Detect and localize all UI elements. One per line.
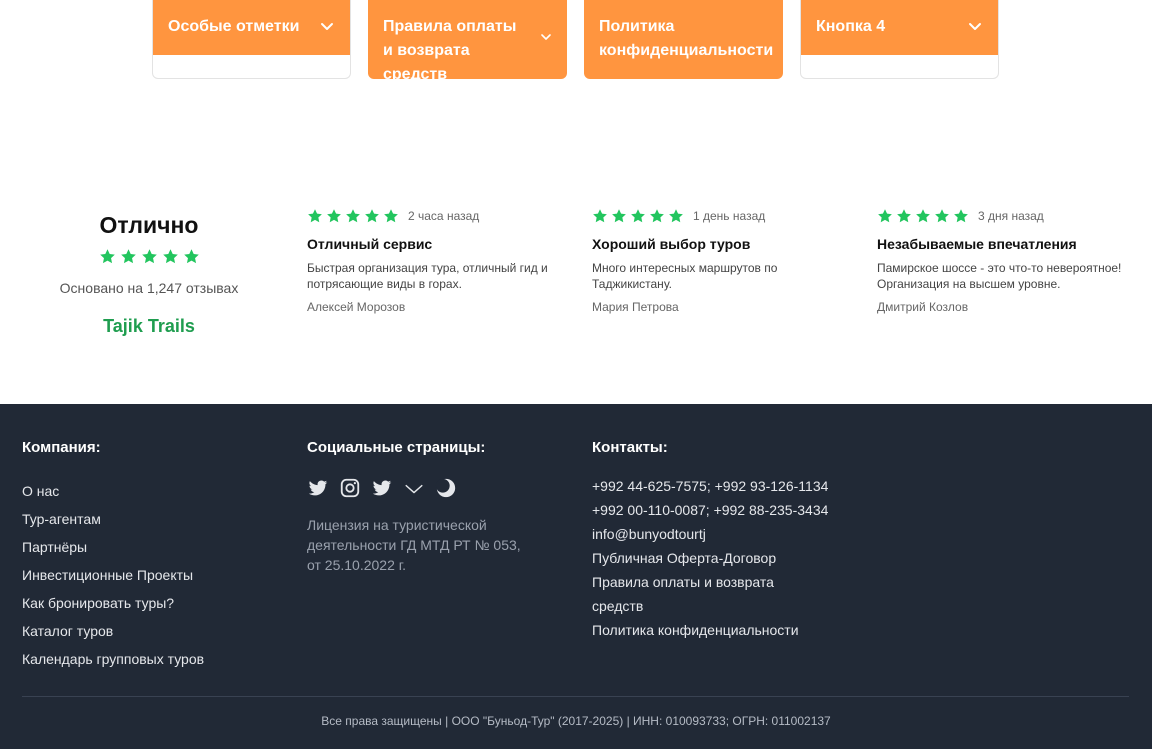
link-privacy-policy[interactable]: Политика конфиденциальности: [592, 618, 828, 642]
star-icon: [308, 209, 322, 223]
tab-special-notes[interactable]: Особые отметки: [152, 0, 351, 79]
review-text: Быстрая организация тура, отличный гид и…: [307, 261, 548, 291]
star-icon: [162, 249, 178, 264]
review-time: 3 дня назад: [978, 209, 1044, 223]
footer-company-links: О нас Тур-агентам Партнёры Инвестиционны…: [22, 477, 204, 673]
footer: Компания: О нас Тур-агентам Партнёры Инв…: [0, 404, 1152, 749]
twitter-icon[interactable]: [371, 477, 393, 499]
review-stars: [877, 208, 969, 224]
tab-header: Правила оплаты и возврата средств: [368, 0, 567, 83]
review-stars: [307, 208, 399, 224]
tab-label: Кнопка 4: [816, 18, 886, 35]
review-time: 1 день назад: [693, 209, 766, 223]
star-icon: [897, 209, 911, 223]
star-icon: [384, 209, 398, 223]
star-icon: [141, 249, 157, 264]
star-icon: [650, 209, 664, 223]
star-icon: [669, 209, 683, 223]
chevron-down-icon: [320, 20, 334, 34]
review-meta: 1 день назад: [592, 208, 842, 224]
review-card: 3 дня назад Незабываемые впечатления Пам…: [877, 208, 1127, 314]
star-icon: [99, 249, 115, 264]
footer-company: Компания: О нас Тур-агентам Партнёры Инв…: [22, 439, 204, 673]
star-icon: [120, 249, 136, 264]
chevron-down-icon: [541, 32, 551, 42]
phone-line-2[interactable]: +992 00-110-0087; +992 88-235-3434: [592, 498, 828, 522]
review-time: 2 часа назад: [408, 209, 480, 223]
star-icon: [183, 249, 199, 264]
star-icon: [593, 209, 607, 223]
star-icon: [631, 209, 645, 223]
tab-button-4[interactable]: Кнопка 4: [800, 0, 999, 79]
tab-payment-rules[interactable]: Правила оплаты и возврата средств: [368, 0, 567, 83]
twitter-icon[interactable]: [307, 477, 329, 499]
link-about[interactable]: О нас: [22, 477, 204, 505]
review-card: 2 часа назад Отличный сервис Быстрая орг…: [307, 208, 557, 314]
footer-social: Социальные страницы: Лицензия на туристи…: [307, 439, 537, 575]
brand-logo[interactable]: Tajik Trails: [40, 316, 258, 337]
reviews-widget: Отлично Основано на 1,247 отзывах Tajik …: [0, 200, 1152, 350]
tab-label: Особые отметки: [168, 18, 300, 35]
footer-company-title: Компания:: [22, 439, 101, 456]
social-icons: [307, 477, 537, 499]
footer-contacts: Контакты: +992 44-625-7575; +992 93-126-…: [592, 439, 828, 642]
review-meta: 3 дня назад: [877, 208, 1127, 224]
link-tour-agents[interactable]: Тур-агентам: [22, 505, 204, 533]
chevron-down-icon[interactable]: [403, 477, 425, 499]
footer-social-title: Социальные страницы:: [307, 439, 486, 456]
review-author: Дмитрий Козлов: [877, 300, 969, 314]
link-investment-projects[interactable]: Инвестиционные Проекты: [22, 561, 204, 589]
rating-title: Отлично: [99, 212, 199, 238]
review-stars: [592, 208, 684, 224]
tab-label: Правила оплаты и возврата средств: [383, 18, 517, 83]
star-icon: [365, 209, 379, 223]
star-icon: [327, 209, 341, 223]
moon-icon[interactable]: [435, 477, 457, 499]
rating-count: Основано на 1,247 отзывах: [59, 280, 239, 296]
star-icon: [612, 209, 626, 223]
review-title: Незабываемые впечатления: [877, 236, 1077, 252]
link-tour-catalog[interactable]: Каталог туров: [22, 617, 204, 645]
tab-header: Политика конфиденциальности: [584, 0, 783, 79]
contacts-list: +992 44-625-7575; +992 93-126-1134 +992 …: [592, 474, 828, 642]
review-text: Много интересных маршрутов по Таджикиста…: [592, 261, 778, 291]
link-partners[interactable]: Партнёры: [22, 533, 204, 561]
link-public-offer[interactable]: Публичная Оферта-Договор: [592, 546, 828, 570]
tab-privacy-policy[interactable]: Политика конфиденциальности: [584, 0, 783, 79]
tab-label: Политика конфиденциальности: [599, 18, 774, 59]
review-text: Памирское шоссе - это что-то невероятное…: [877, 261, 1122, 291]
footer-contacts-title: Контакты:: [592, 439, 668, 456]
tab-header: Особые отметки: [153, 0, 350, 55]
link-group-tour-calendar[interactable]: Календарь групповых туров: [22, 645, 204, 673]
star-icon: [954, 209, 968, 223]
star-icon: [346, 209, 360, 223]
review-author: Мария Петрова: [592, 300, 679, 314]
review-author: Алексей Морозов: [307, 300, 406, 314]
copyright-text: Все права защищены | ООО "Буньод-Тур" (2…: [321, 714, 831, 728]
rating-stars: [99, 248, 200, 265]
accordion-tabs: Особые отметки Правила оплаты и возврата…: [152, 0, 999, 83]
rating-summary: Отлично Основано на 1,247 отзывах Tajik …: [40, 210, 258, 337]
review-card: 1 день назад Хороший выбор туров Много и…: [592, 208, 842, 314]
chevron-down-icon: [968, 20, 982, 34]
email-link[interactable]: info@bunyodtourtj: [592, 522, 828, 546]
tab-header: Кнопка 4: [801, 0, 998, 55]
instagram-icon[interactable]: [339, 477, 361, 499]
star-icon: [935, 209, 949, 223]
star-icon: [878, 209, 892, 223]
footer-divider: [22, 696, 1129, 697]
phone-line-1[interactable]: +992 44-625-7575; +992 93-126-1134: [592, 474, 828, 498]
review-title: Отличный сервис: [307, 236, 433, 252]
link-payment-rules[interactable]: Правила оплаты и возврата средств: [592, 570, 782, 618]
review-title: Хороший выбор туров: [592, 236, 751, 252]
link-how-to-book[interactable]: Как бронировать туры?: [22, 589, 204, 617]
review-meta: 2 часа назад: [307, 208, 557, 224]
star-icon: [916, 209, 930, 223]
license-text: Лицензия на туристической деятельности Г…: [307, 517, 521, 573]
